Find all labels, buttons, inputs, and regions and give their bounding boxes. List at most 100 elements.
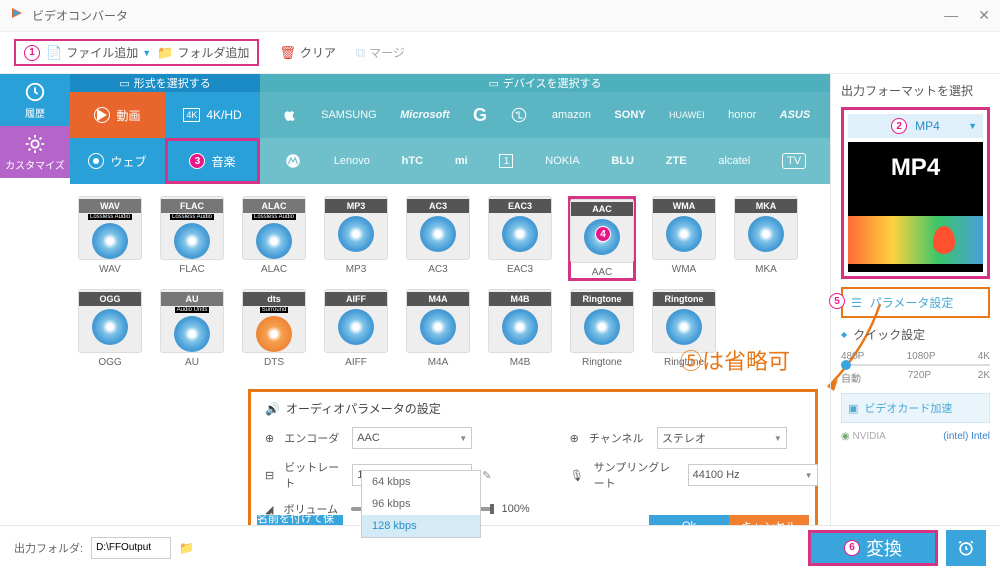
resolution-row-2: 自動 720P 2K [841, 370, 990, 385]
category-web[interactable]: ウェブ [70, 138, 165, 184]
trash-icon: 🗑 [279, 45, 296, 61]
category-4k[interactable]: 4K 4K/HD [165, 92, 260, 138]
gpu-accel-button[interactable]: ▣ ビデオカード加速 [841, 393, 990, 423]
file-icon: 📄 [46, 45, 62, 61]
format-aac[interactable]: AAC4AAC [568, 196, 636, 281]
badge-3: 3 [189, 153, 205, 169]
brand-oneplus-icon[interactable]: 1 [499, 154, 513, 168]
minimize-button[interactable]: ― [944, 7, 958, 24]
format-wav[interactable]: WAVLossless AudioWAV [76, 196, 144, 281]
add-folder-button[interactable]: 📁 フォルダ追加 [157, 44, 249, 61]
customize-button[interactable]: カスタマイズ [0, 126, 70, 178]
format-ringtone[interactable]: RingtoneRingtone [568, 289, 636, 368]
history-button[interactable]: 履歴 [0, 74, 70, 126]
brand-amazon[interactable]: amazon [552, 109, 591, 121]
chrome-icon [88, 153, 104, 169]
encoder-select[interactable]: AAC▼ [352, 427, 472, 449]
chevron-down-icon: ▼ [142, 48, 151, 58]
format-wma[interactable]: WMAWMA [650, 196, 718, 281]
res-option[interactable]: 2K [978, 370, 990, 385]
volume-value: 100% [501, 503, 529, 515]
add-file-button[interactable]: 📄 ファイル追加 ▼ [46, 44, 151, 61]
bitrate-option[interactable]: 128 kbps [362, 515, 480, 537]
category-row-2: ウェブ 3 音楽 Lenovo hTC mi 1 NOKIA BLU ZTE a… [70, 138, 830, 184]
device-icon: ▭ [488, 77, 498, 90]
brand-google[interactable]: G [473, 105, 487, 126]
format-au[interactable]: AUAudio UnitsAU [158, 289, 226, 368]
gpu-vendors: ◉ NVIDIA (intel) Intel [841, 431, 990, 442]
brand-sony[interactable]: SONY [614, 109, 645, 121]
audio-param-panel: 🔊 オーディオパラメータの設定 ⊕ エンコーダ AAC▼ ⊟ ビットレート 16… [248, 389, 818, 544]
encoder-label: エンコーダ [284, 430, 342, 446]
param-panel-title: 🔊 オーディオパラメータの設定 [265, 400, 801, 417]
brand-nokia[interactable]: NOKIA [545, 155, 579, 167]
channel-label: チャンネル [589, 430, 647, 446]
brand-samsung[interactable]: SAMSUNG [321, 109, 377, 121]
param-settings-button[interactable]: 5 ☰ パラメータ設定 [841, 287, 990, 318]
format-m4b[interactable]: M4BM4B [486, 289, 554, 368]
samplerate-label: サンプリングレート [594, 459, 678, 491]
format-mka[interactable]: MKAMKA [732, 196, 800, 281]
brand-xiaomi[interactable]: mi [455, 155, 468, 167]
samplerate-icon: 🎙 [570, 469, 584, 482]
tab-format[interactable]: ▭形式を選択する [70, 74, 260, 92]
brand-motorola-icon[interactable] [284, 152, 302, 170]
format-aiff[interactable]: AIFFAIFF [322, 289, 390, 368]
output-format-box: 2 MP4 ▼ MP4 [841, 107, 990, 279]
schedule-button[interactable] [946, 530, 986, 566]
gear-icon [24, 133, 46, 155]
output-format-select[interactable]: 2 MP4 ▼ [848, 114, 983, 138]
brand-honor[interactable]: honor [728, 109, 756, 121]
merge-icon: ⧉ [356, 45, 365, 61]
window-title: ビデオコンバータ [32, 7, 944, 24]
bitrate-icon: ⊟ [265, 469, 274, 482]
chip-icon: ▣ [848, 402, 858, 415]
bitrate-option[interactable]: 64 kbps [362, 471, 480, 493]
4k-icon: 4K [183, 108, 200, 122]
samplerate-select[interactable]: 44100 Hz▼ [688, 464, 818, 486]
format-mp3[interactable]: MP3MP3 [322, 196, 390, 281]
format-ac3[interactable]: AC3AC3 [404, 196, 472, 281]
brand-zte[interactable]: ZTE [666, 155, 687, 167]
res-option[interactable]: 720P [908, 370, 931, 385]
format-flac[interactable]: FLACLossless AudioFLAC [158, 196, 226, 281]
resolution-slider[interactable] [841, 364, 990, 366]
brand-lg-icon[interactable] [510, 106, 528, 124]
output-format-title: 出力フォーマットを選択 [841, 82, 990, 99]
clear-button[interactable]: 🗑 クリア [279, 44, 336, 61]
close-button[interactable]: ✕ [978, 7, 990, 24]
format-dts[interactable]: dtsSurroundDTS [240, 289, 308, 368]
res-option[interactable]: 4K [978, 351, 990, 362]
alarm-icon [956, 538, 976, 558]
browse-folder-button[interactable]: 📁 [179, 541, 194, 555]
merge-button[interactable]: ⧉ マージ [356, 44, 405, 61]
brand-huawei[interactable]: HUAWEI [669, 110, 705, 120]
brand-apple-icon[interactable] [280, 106, 298, 124]
toolbar: 1 📄 ファイル追加 ▼ 📁 フォルダ追加 🗑 クリア ⧉ マージ [0, 32, 1000, 74]
brand-blu[interactable]: BLU [611, 155, 634, 167]
format-alac[interactable]: ALACLossless AudioALAC [240, 196, 308, 281]
brand-microsoft[interactable]: Microsoft [400, 109, 450, 121]
speaker-icon: 🔊 [265, 402, 280, 416]
chevron-down-icon: ▼ [968, 121, 977, 131]
brand-lenovo[interactable]: Lenovo [334, 155, 370, 167]
brand-tv[interactable]: TV [782, 153, 806, 169]
brand-asus[interactable]: ASUS [780, 109, 811, 121]
res-option[interactable]: 自動 [841, 370, 861, 385]
bitrate-option[interactable]: 96 kbps [362, 493, 480, 515]
output-folder-label: 出力フォルダ: [14, 540, 83, 556]
output-folder-input[interactable]: D:\FFOutput [91, 537, 171, 559]
channel-select[interactable]: ステレオ▼ [657, 427, 787, 449]
category-video[interactable]: 動画 [70, 92, 165, 138]
edit-icon[interactable]: ✎ [482, 469, 491, 482]
format-m4a[interactable]: M4AM4A [404, 289, 472, 368]
format-ogg[interactable]: OGGOGG [76, 289, 144, 368]
brand-alcatel[interactable]: alcatel [718, 155, 750, 167]
res-option[interactable]: 1080P [907, 351, 936, 362]
badge-1: 1 [24, 45, 40, 61]
tab-device[interactable]: ▭デバイスを選択する [260, 74, 830, 92]
convert-button[interactable]: 6 変換 [808, 530, 938, 566]
format-eac3[interactable]: EAC3EAC3 [486, 196, 554, 281]
brand-htc[interactable]: hTC [402, 155, 423, 167]
category-music[interactable]: 3 音楽 [165, 138, 260, 184]
